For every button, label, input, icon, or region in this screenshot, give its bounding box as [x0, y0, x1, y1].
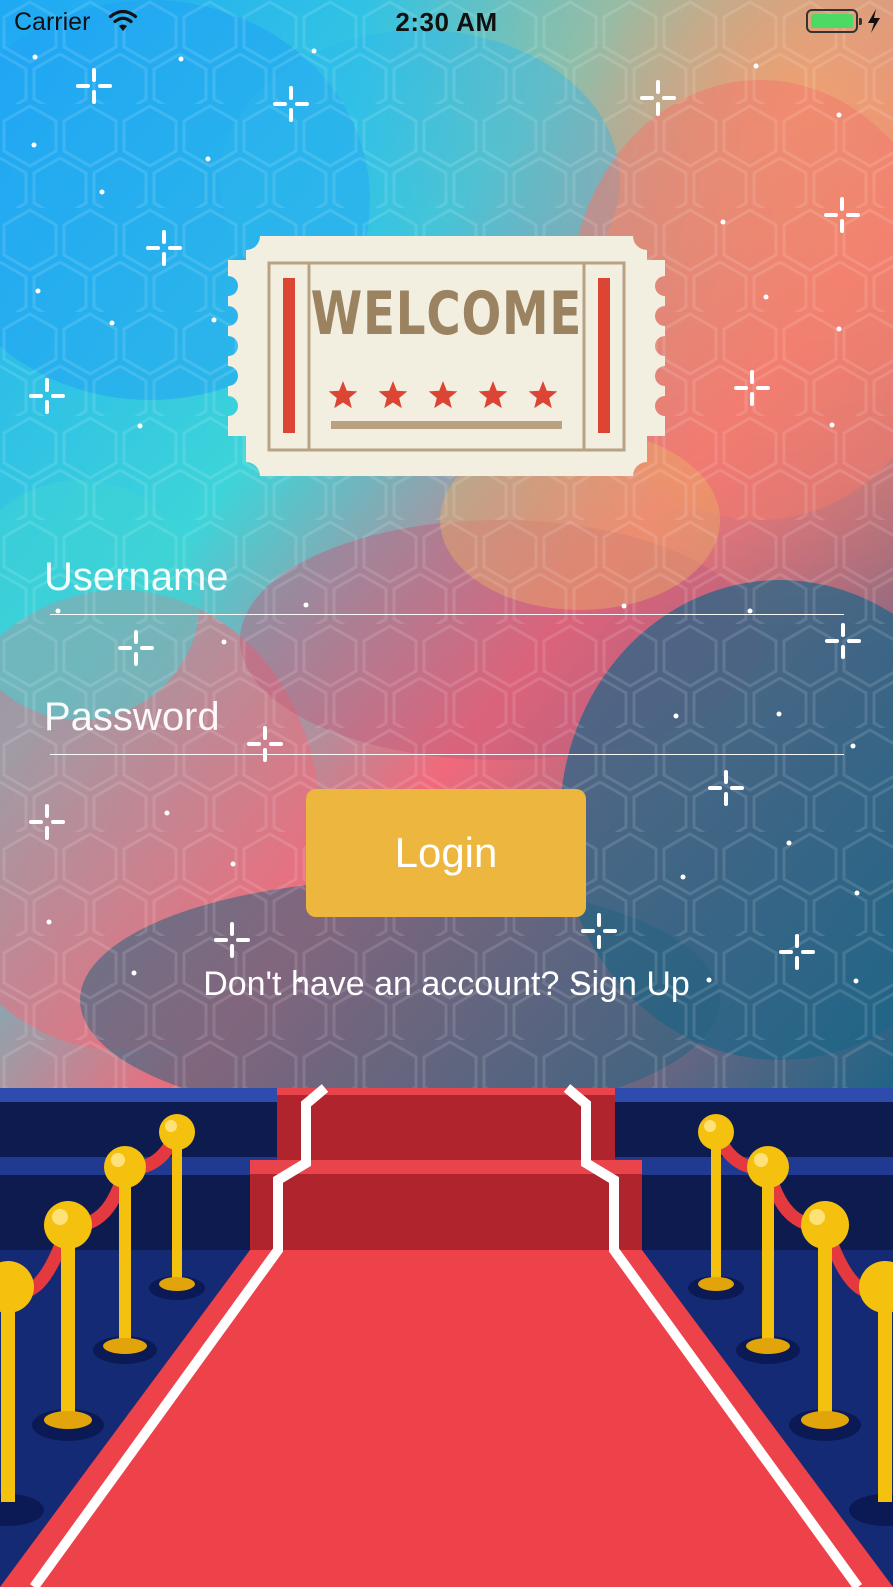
signup-link[interactable]: Sign Up: [569, 965, 690, 1003]
password-placeholder[interactable]: Password: [44, 695, 220, 740]
password-field[interactable]: Password: [44, 695, 844, 755]
battery-tip: [859, 18, 862, 25]
battery-icon: [806, 9, 862, 33]
password-underline: [50, 754, 844, 755]
username-underline: [50, 614, 844, 615]
welcome-text: WELCOME: [310, 279, 583, 349]
battery-level: [811, 14, 853, 28]
welcome-ticket-logo: [228, 236, 665, 476]
username-placeholder[interactable]: Username: [44, 555, 229, 600]
login-button[interactable]: Login: [306, 789, 586, 917]
signup-prompt: Don't have an account?: [203, 965, 560, 1003]
signup-row: Don't have an account? Sign Up: [0, 965, 893, 1004]
charging-bolt-icon: [868, 9, 880, 33]
status-time: 2:30 AM: [395, 7, 498, 37]
status-bar: Carrier 2:30 AM: [0, 0, 893, 44]
username-field[interactable]: Username: [44, 555, 844, 615]
